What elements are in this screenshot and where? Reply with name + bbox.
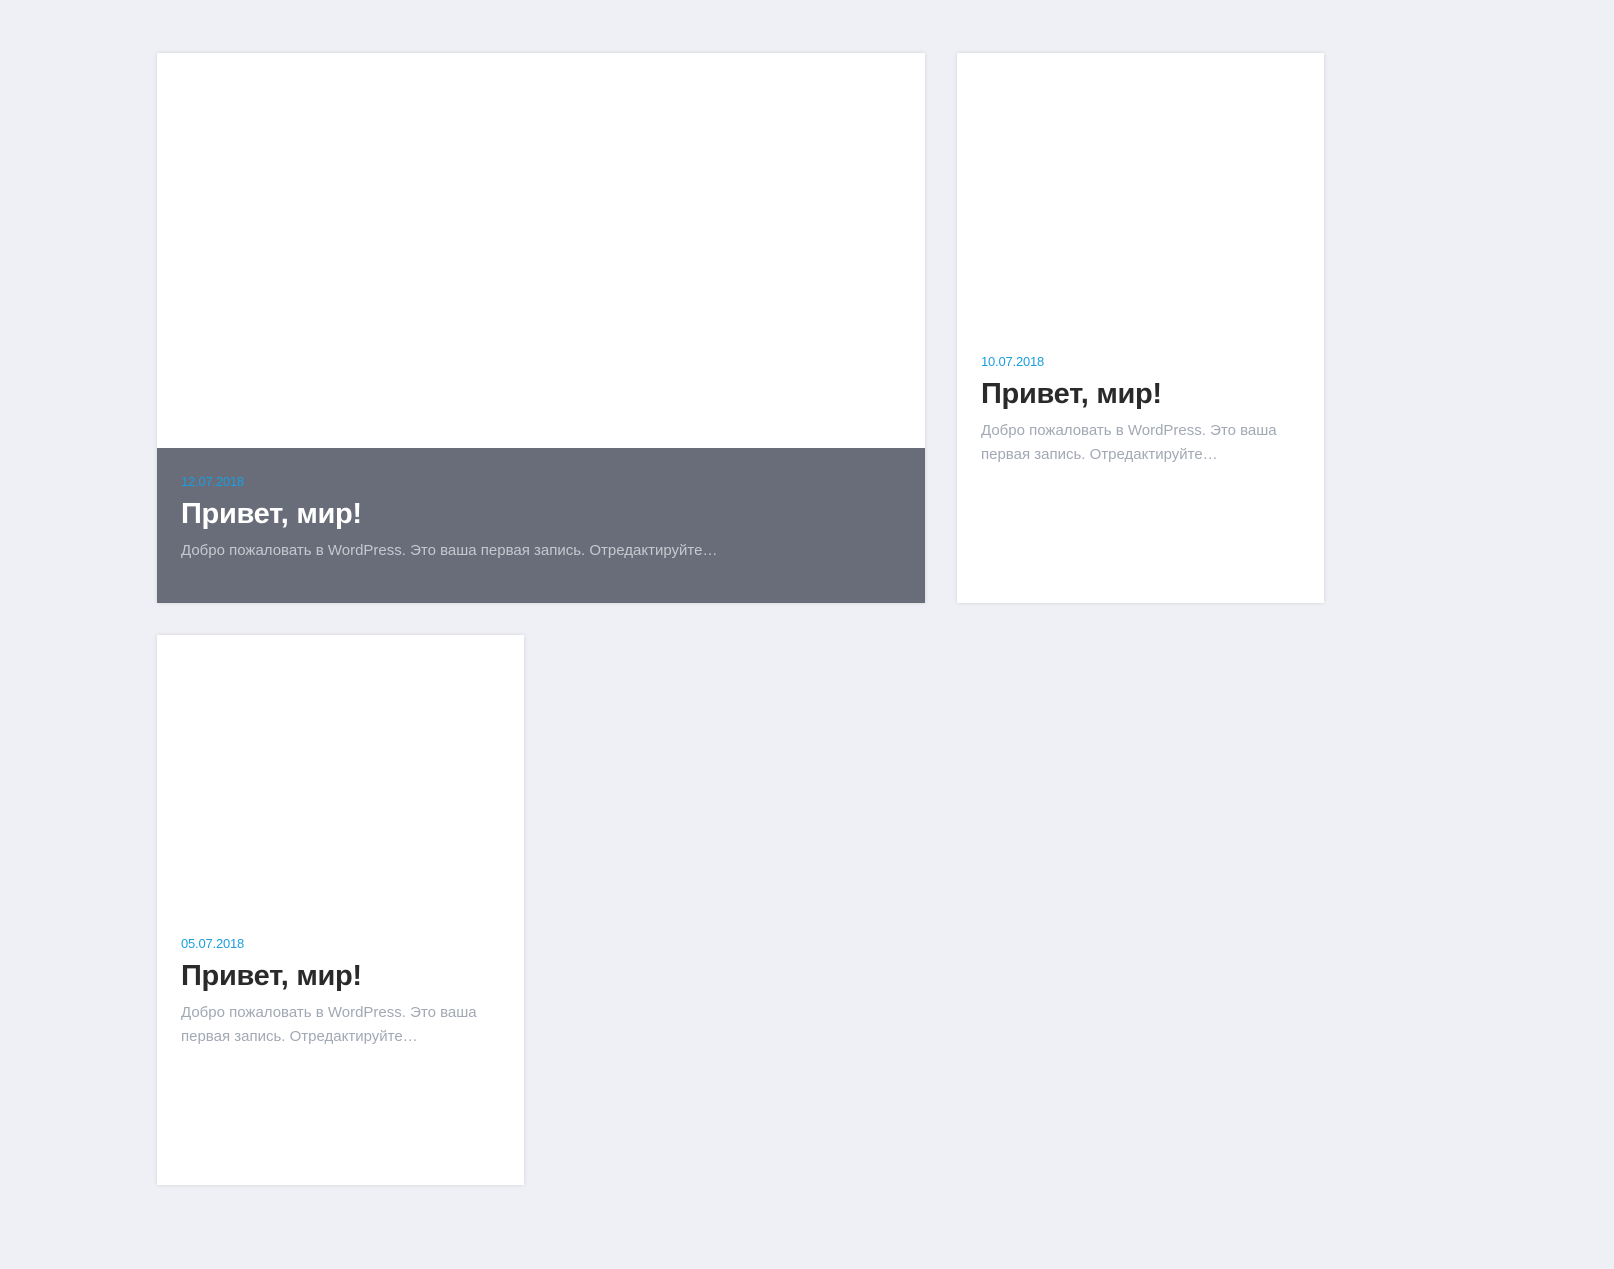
post-date: 05.07.2018 <box>181 936 245 951</box>
post-card-content: 10.07.2018 Привет, мир! Добро пожаловать… <box>981 353 1300 467</box>
post-title[interactable]: Привет, мир! <box>981 375 1300 413</box>
post-excerpt: Добро пожаловать в WordPress. Это ваша п… <box>181 542 718 559</box>
post-card[interactable]: 10.07.2018 Привет, мир! Добро пожаловать… <box>957 53 1324 603</box>
post-card[interactable]: 05.07.2018 Привет, мир! Добро пожаловать… <box>157 635 524 1185</box>
post-date: 12.07.2018 <box>181 474 245 489</box>
post-card-content: 05.07.2018 Привет, мир! Добро пожаловать… <box>181 935 500 1049</box>
post-title[interactable]: Привет, мир! <box>181 957 500 995</box>
post-card-overlay: 12.07.2018 Привет, мир! Добро пожаловать… <box>157 448 925 603</box>
post-date: 10.07.2018 <box>981 354 1045 369</box>
post-title[interactable]: Привет, мир! <box>181 495 901 533</box>
post-excerpt: Добро пожаловать в WordPress. Это ваша п… <box>981 422 1277 463</box>
post-card-featured[interactable]: 12.07.2018 Привет, мир! Добро пожаловать… <box>157 53 925 603</box>
post-excerpt: Добро пожаловать в WordPress. Это ваша п… <box>181 1004 477 1045</box>
